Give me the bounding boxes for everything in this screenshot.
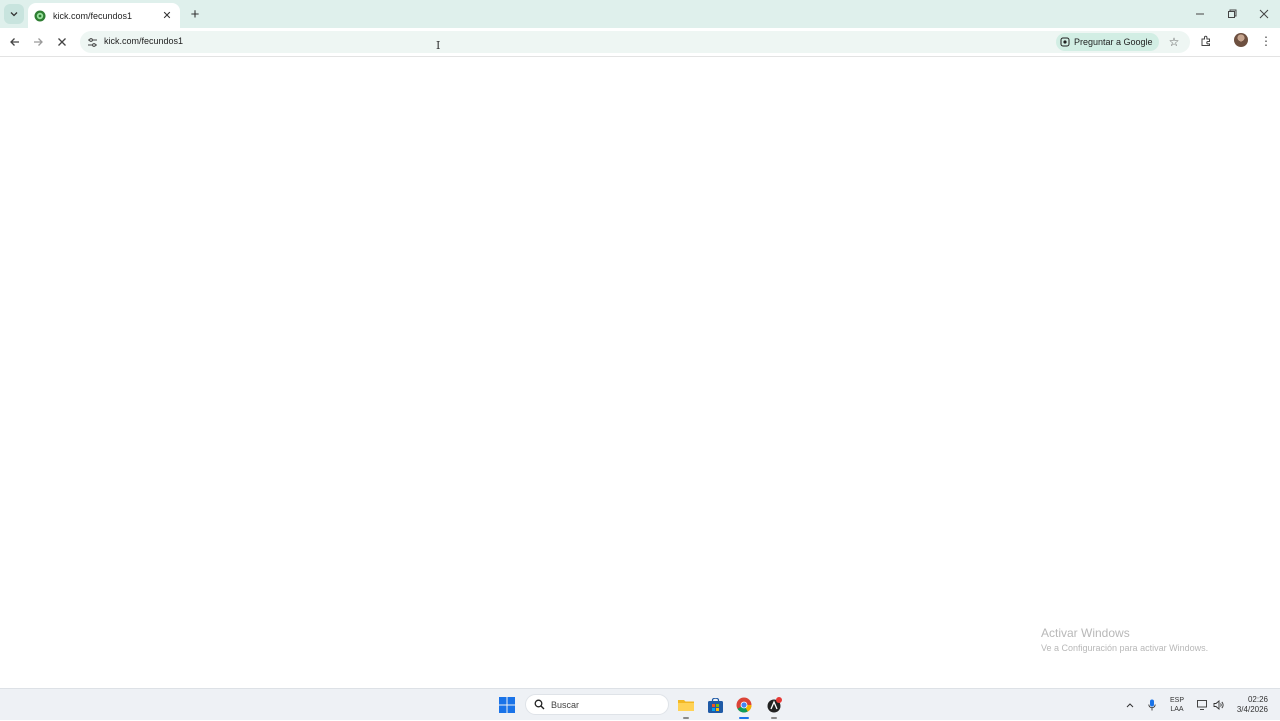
kick-favicon-icon bbox=[34, 10, 46, 22]
running-indicator bbox=[771, 717, 777, 719]
clock-date: 3/4/2026 bbox=[1236, 705, 1268, 714]
ask-google-label: Preguntar a Google bbox=[1074, 37, 1153, 47]
address-bar[interactable]: kick.com/fecundos1 Preguntar a Google ☆ bbox=[80, 31, 1190, 53]
restore-icon[interactable] bbox=[1216, 0, 1248, 28]
back-button[interactable] bbox=[5, 32, 25, 52]
start-button[interactable] bbox=[497, 695, 517, 715]
watermark-subtitle: Ve a Configuración para activar Windows. bbox=[1041, 643, 1209, 653]
taskbar-search[interactable]: Buscar bbox=[525, 694, 669, 715]
windows-activation-watermark: Activar Windows Ve a Configuración para … bbox=[1041, 626, 1208, 653]
tab-title: kick.com/fecundos1 bbox=[53, 10, 133, 21]
microsoft-store-icon[interactable] bbox=[705, 695, 725, 715]
language-indicator[interactable]: ESP LAA bbox=[1167, 696, 1187, 714]
chrome-icon[interactable] bbox=[734, 695, 754, 719]
site-info-icon[interactable] bbox=[84, 34, 100, 50]
url-text[interactable]: kick.com/fecundos1 bbox=[104, 36, 183, 46]
profile-avatar[interactable] bbox=[1234, 33, 1248, 47]
microphone-icon[interactable] bbox=[1146, 689, 1158, 721]
arrow-left-icon bbox=[10, 38, 19, 46]
browser-tab[interactable]: kick.com/fecundos1 ✕ bbox=[28, 3, 180, 28]
ask-google-button[interactable]: Preguntar a Google bbox=[1056, 33, 1159, 51]
bookmark-star-icon[interactable]: ☆ bbox=[1166, 34, 1182, 50]
search-icon bbox=[534, 699, 545, 710]
taskbar: Buscar ESP LAA 02:26 3/4/2026 bbox=[0, 688, 1280, 720]
more-menu-icon[interactable]: ⋮ bbox=[1258, 32, 1274, 50]
close-tab-icon[interactable]: ✕ bbox=[160, 9, 174, 23]
show-hidden-icons-chevron-up-icon[interactable] bbox=[1124, 689, 1136, 721]
network-icon[interactable] bbox=[1196, 689, 1208, 721]
extensions-icon[interactable] bbox=[1197, 32, 1215, 50]
arrow-right-icon bbox=[34, 38, 43, 46]
system-clock[interactable]: 02:26 3/4/2026 bbox=[1230, 695, 1268, 715]
language-code: ESP bbox=[1169, 697, 1184, 704]
clock-time: 02:26 bbox=[1247, 695, 1268, 704]
watermark-title: Activar Windows bbox=[1041, 626, 1130, 640]
page-content bbox=[0, 58, 1280, 688]
chevron-down-icon bbox=[10, 12, 18, 17]
close-icon bbox=[58, 38, 66, 46]
file-explorer-icon[interactable] bbox=[676, 695, 696, 719]
google-lens-icon bbox=[1060, 37, 1070, 47]
tab-search-button[interactable] bbox=[4, 4, 24, 24]
tab-strip: kick.com/fecundos1 ✕ + bbox=[0, 0, 1280, 28]
forward-button[interactable] bbox=[28, 32, 48, 52]
close-window-icon[interactable] bbox=[1248, 0, 1280, 28]
app-notification-icon[interactable] bbox=[764, 695, 784, 719]
running-indicator bbox=[683, 717, 689, 719]
stop-loading-button[interactable] bbox=[52, 32, 72, 52]
text-cursor-icon: I bbox=[436, 39, 441, 52]
active-indicator bbox=[739, 717, 749, 719]
keyboard-layout: LAA bbox=[1170, 706, 1184, 713]
minimize-icon[interactable] bbox=[1184, 0, 1216, 28]
windows-logo-icon bbox=[499, 697, 515, 713]
window-controls bbox=[1184, 0, 1280, 28]
search-placeholder: Buscar bbox=[551, 699, 580, 710]
browser-toolbar: kick.com/fecundos1 Preguntar a Google ☆ … bbox=[0, 28, 1280, 57]
new-tab-button[interactable]: + bbox=[186, 5, 204, 23]
volume-icon[interactable] bbox=[1212, 689, 1224, 721]
